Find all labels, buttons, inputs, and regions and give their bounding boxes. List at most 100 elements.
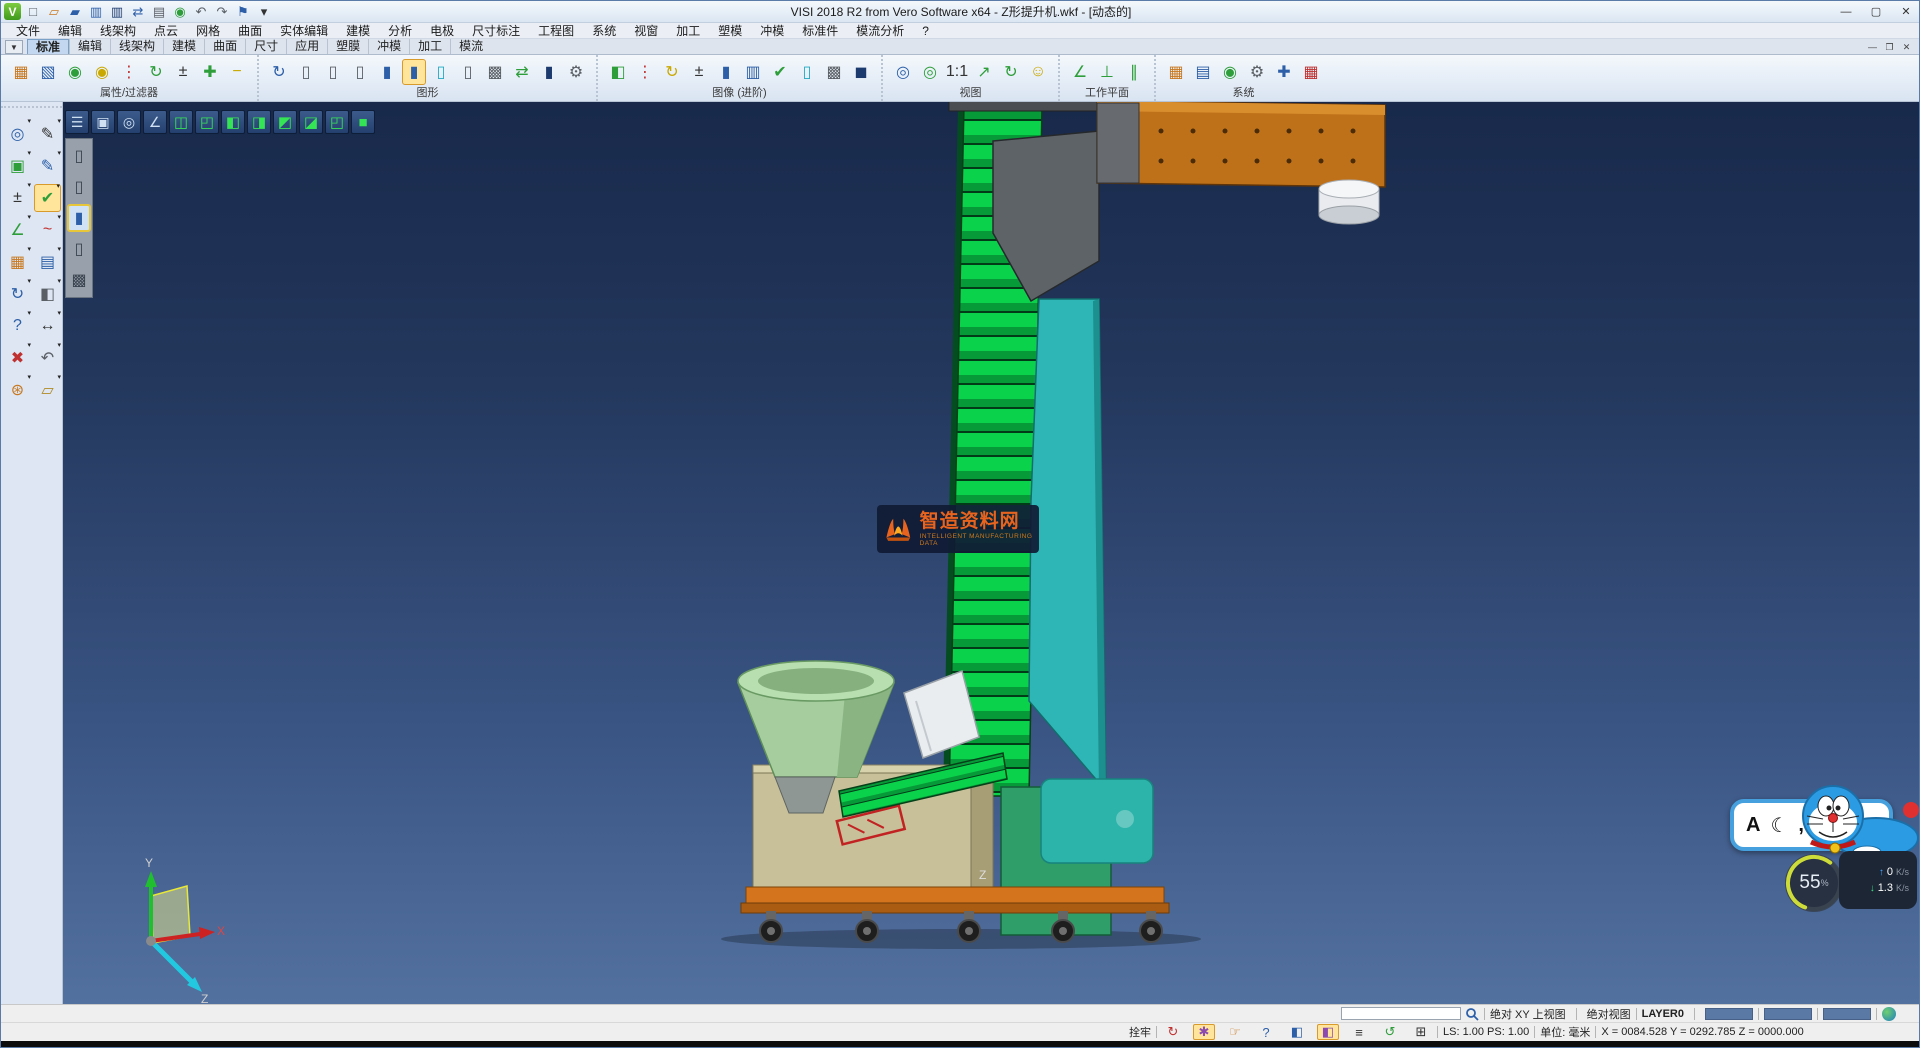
save-all-icon[interactable]: ⇄ xyxy=(128,3,148,21)
web-settings-icon[interactable]: ◉ xyxy=(1218,59,1242,85)
annotated-image-icon[interactable]: ▯ xyxy=(795,59,819,85)
context-help-icon[interactable]: ? xyxy=(4,312,31,340)
hatched-view-icon[interactable]: ▩ xyxy=(483,59,507,85)
mdi-restore-button[interactable]: ❐ xyxy=(1881,40,1898,54)
edit-sketch-icon[interactable]: ✎ xyxy=(34,120,61,148)
view-mode-status[interactable]: 绝对 XY 上视图 xyxy=(1490,1006,1566,1022)
menu-item[interactable]: 点云 xyxy=(145,23,187,39)
filter-add-icon[interactable]: ◉ xyxy=(63,59,87,85)
pan-view-icon[interactable]: ↗ xyxy=(972,59,996,85)
freehand-sketch-icon[interactable]: ✎ xyxy=(34,152,61,180)
attribute-copy-icon[interactable]: ▧ xyxy=(36,59,60,85)
menu-item[interactable]: ? xyxy=(913,23,938,39)
solid-image-icon[interactable]: ▮ xyxy=(714,59,738,85)
ribbon-tab[interactable]: 编辑 xyxy=(69,39,110,54)
qat-dropdown-icon[interactable]: ▾ xyxy=(254,3,274,21)
workplane-move-icon[interactable]: ⊥ xyxy=(1095,59,1119,85)
dashed-hidden-view-icon[interactable]: ▯ xyxy=(348,59,372,85)
visibility-add-icon[interactable]: ✚ xyxy=(198,59,222,85)
confirm-selection-icon[interactable]: ✔ xyxy=(34,184,61,212)
ribbon-tab[interactable]: 应用 xyxy=(286,39,327,54)
menu-item[interactable]: 编辑 xyxy=(49,23,91,39)
attribute-modify-icon[interactable]: ▦ xyxy=(9,59,33,85)
regenerate-icon[interactable]: ↻ xyxy=(4,280,31,308)
ribbon-tab[interactable]: 建模 xyxy=(163,39,204,54)
save-as-icon[interactable]: ▥ xyxy=(107,3,127,21)
shading-mode-icon[interactable]: ◧ xyxy=(34,280,61,308)
measure-distance-icon[interactable]: ↔ xyxy=(34,312,61,340)
zoom-extents-icon[interactable]: ◎ xyxy=(918,59,942,85)
network-speed-overlay[interactable]: ↑ 0 K/s ↓ 1.3 K/s xyxy=(1839,851,1917,909)
mdi-close-button[interactable]: ✕ xyxy=(1898,40,1915,54)
hatched-mode-icon[interactable]: ▩ xyxy=(67,266,91,294)
assistant-icon[interactable]: ⚑ xyxy=(233,3,253,21)
minimize-button[interactable]: — xyxy=(1831,1,1861,22)
snapshot-plus-minus-icon[interactable]: ± xyxy=(687,59,711,85)
hatch-image-icon[interactable]: ▩ xyxy=(822,59,846,85)
pick-hand-icon[interactable]: ☞ xyxy=(1224,1024,1246,1040)
delete-icon[interactable]: ✖ xyxy=(4,344,31,372)
workplane-align-icon[interactable]: ∥ xyxy=(1122,59,1146,85)
filter-traffic-light-icon[interactable]: ⋮ xyxy=(117,59,141,85)
snap-settings-icon[interactable]: ↻ xyxy=(1162,1024,1184,1040)
color-swatch-3[interactable] xyxy=(1823,1008,1871,1020)
absolute-view-status[interactable]: 绝对视图 xyxy=(1587,1006,1631,1022)
menu-item[interactable]: 加工 xyxy=(667,23,709,39)
menu-item[interactable]: 尺寸标注 xyxy=(463,23,529,39)
visibility-remove-icon[interactable]: − xyxy=(225,59,249,85)
view-face-icon[interactable]: ☺ xyxy=(1026,59,1050,85)
maximize-button[interactable]: ▢ xyxy=(1861,1,1891,22)
cpu-gauge-overlay[interactable]: 55% xyxy=(1785,854,1843,912)
undo-icon[interactable]: ↶ xyxy=(191,3,211,21)
menu-item[interactable]: 标准件 xyxy=(793,23,847,39)
menu-item[interactable]: 曲面 xyxy=(229,23,271,39)
graphics-settings-icon[interactable]: ⚙ xyxy=(564,59,588,85)
workplane-xy-icon[interactable]: ∠ xyxy=(1068,59,1092,85)
print-icon[interactable]: ▤ xyxy=(149,3,169,21)
wireframe-mode-icon[interactable]: ▯ xyxy=(67,142,91,170)
redo-icon[interactable]: ↷ xyxy=(212,3,232,21)
shaded-mode-icon[interactable]: ▮ xyxy=(67,204,91,232)
filter-remove-icon[interactable]: ◉ xyxy=(90,59,114,85)
ribbon-tab[interactable]: 线架构 xyxy=(110,39,163,54)
ribbon-tab[interactable]: 冲模 xyxy=(368,39,409,54)
system-options-icon[interactable]: ⚙ xyxy=(1245,59,1269,85)
ribbon-tab[interactable]: 曲面 xyxy=(204,39,245,54)
undo-step-icon[interactable]: ↶ xyxy=(34,344,61,372)
menu-item[interactable]: 文件 xyxy=(7,23,49,39)
zoom-window-icon[interactable]: ◎ xyxy=(891,59,915,85)
matrix-grid-icon[interactable]: ▦ xyxy=(1299,59,1323,85)
color-swatch-2[interactable] xyxy=(1764,1008,1812,1020)
lock-status[interactable]: 拴牢 xyxy=(1129,1024,1151,1040)
menu-item[interactable]: 网格 xyxy=(187,23,229,39)
menu-item[interactable]: 冲模 xyxy=(751,23,793,39)
open-project-icon[interactable]: ▰ xyxy=(65,3,85,21)
snapshot-list-icon[interactable]: ⋮ xyxy=(633,59,657,85)
hidden-line-view-icon[interactable]: ▯ xyxy=(321,59,345,85)
ribbon-tab[interactable]: 塑膜 xyxy=(327,39,368,54)
filter-refresh-icon[interactable]: ↻ xyxy=(144,59,168,85)
fit-window-icon[interactable]: ▣ xyxy=(4,152,31,180)
layers-icon[interactable]: ≡ xyxy=(1348,1024,1370,1040)
visi-logo-icon[interactable]: V xyxy=(4,3,21,20)
menu-item[interactable]: 视窗 xyxy=(625,23,667,39)
window-preview-icon[interactable]: ▤ xyxy=(1191,59,1215,85)
outline-view-icon[interactable]: ▯ xyxy=(456,59,480,85)
close-button[interactable]: ✕ xyxy=(1891,1,1920,22)
dynamic-cube-icon[interactable]: ◧ xyxy=(1286,1024,1308,1040)
ribbon-tab[interactable]: 加工 xyxy=(409,39,450,54)
window-layout-icon[interactable]: ▤ xyxy=(34,248,61,276)
open-folder-icon[interactable]: ▱ xyxy=(34,376,61,404)
color-palette-icon[interactable]: ▦ xyxy=(1164,59,1188,85)
workplane-icon[interactable]: ∠ xyxy=(4,216,31,244)
split-view-icon[interactable]: ⊞ xyxy=(1410,1024,1432,1040)
selection-filter-icon[interactable]: ✚ xyxy=(1272,59,1296,85)
tab-dropdown-icon[interactable]: ▼ xyxy=(5,40,23,54)
title-bar[interactable]: V □▱▰▥▥⇄▤◉↶↷⚑▾ VISI 2018 R2 from Vero So… xyxy=(1,1,1920,23)
spline-edit-icon[interactable]: ~ xyxy=(34,216,61,244)
menu-item[interactable]: 模流分析 xyxy=(847,23,913,39)
regen-solids-icon[interactable]: ⇄ xyxy=(510,59,534,85)
save-icon[interactable]: ▥ xyxy=(86,3,106,21)
hidden-line-mode-icon[interactable]: ▯ xyxy=(67,173,91,201)
scale-1-1-icon[interactable]: 1:1 xyxy=(945,59,969,85)
